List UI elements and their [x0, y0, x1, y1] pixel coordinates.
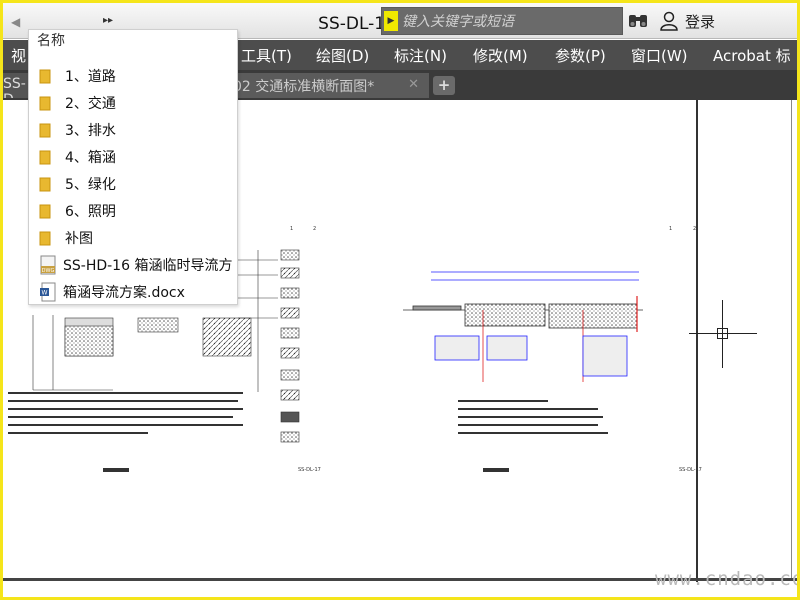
menu-window[interactable]: 窗口(W) [631, 45, 688, 66]
file-label: 4、箱涵 [65, 150, 116, 166]
folder-icon [39, 96, 51, 110]
cross-section [403, 271, 643, 382]
folder-icon [39, 204, 51, 218]
sheet-number-label: SS-DL-17 [298, 467, 321, 473]
layer-legend-column [280, 249, 300, 443]
file-label: 6、照明 [65, 204, 116, 220]
svg-text:DWG: DWG [42, 268, 55, 274]
folder-icon [39, 150, 51, 164]
list-item[interactable]: 6、照明 [39, 199, 116, 223]
list-item[interactable]: 1、道路 [39, 64, 116, 88]
list-item[interactable]: 2、交通 [39, 91, 116, 115]
chevron-right-icon[interactable]: ▶ [384, 11, 398, 31]
file-label: 2、交通 [65, 96, 116, 112]
viewport-border [791, 100, 792, 580]
autocad-window: ◀ ▸▸ SS-DL-17路面结构图.dwg ▶ 登录 视 工具(T) 绘图(D… [3, 3, 797, 597]
tab-drawing-1[interactable]: SS-D [3, 73, 29, 98]
list-item[interactable]: 5、绿化 [39, 172, 116, 196]
left-notes [8, 392, 243, 472]
list-item[interactable]: 3、排水 [39, 118, 116, 142]
pickbox-cursor [717, 328, 728, 339]
file-label: 1、道路 [65, 69, 116, 85]
file-label: 3、排水 [65, 123, 116, 139]
list-item[interactable]: 补图 [39, 226, 93, 250]
folder-icon [39, 123, 51, 137]
file-label: 补图 [65, 231, 93, 247]
viewport-border [696, 100, 698, 582]
binoculars-icon[interactable] [627, 11, 649, 31]
list-item[interactable]: DWG SS-HD-16 箱涵临时导流方 [39, 253, 232, 277]
new-tab-button[interactable]: + [433, 76, 455, 95]
menu-tools[interactable]: 工具(T) [241, 45, 292, 66]
login-label: 登录 [685, 12, 716, 31]
dwg-file-icon: DWG [40, 255, 56, 275]
sheet-number-label: SS-DL-17 [679, 467, 702, 473]
file-list-popup: 名称 1、道路 2、交通 3、排水 4、箱涵 5、绿化 6、照明 补图 DWG … [28, 29, 238, 305]
login-button[interactable]: 登录 [659, 10, 715, 32]
folder-icon [39, 231, 51, 245]
tab-drawing-2[interactable]: 02 交通标准横断面图* ✕ [219, 73, 429, 98]
file-label: 5、绿化 [65, 177, 116, 193]
folder-icon [39, 177, 51, 191]
watermark: www.cndao.com [655, 568, 797, 590]
list-item[interactable]: 4、箱涵 [39, 145, 116, 169]
page-mark: 1 [290, 226, 294, 232]
svg-text:W: W [42, 290, 48, 297]
menu-view[interactable]: 视 [11, 45, 26, 66]
page-mark: 2 [313, 226, 317, 232]
close-icon[interactable]: ✕ [408, 77, 419, 92]
search-input[interactable] [402, 11, 617, 33]
help-search-box: ▶ [381, 7, 623, 35]
page-mark: 1 [669, 226, 673, 232]
menu-draw[interactable]: 绘图(D) [316, 45, 369, 66]
tab-label: 02 交通标准横断面图* [233, 79, 375, 95]
right-notes [458, 400, 608, 472]
menu-parameters[interactable]: 参数(P) [555, 45, 606, 66]
list-item[interactable]: W 箱涵导流方案.docx [39, 280, 185, 304]
menu-dimension[interactable]: 标注(N) [394, 45, 447, 66]
folder-icon [39, 69, 51, 83]
file-label: 箱涵导流方案.docx [63, 285, 185, 301]
menu-acrobat[interactable]: Acrobat 标 [713, 45, 791, 66]
word-document-icon: W [40, 282, 56, 302]
user-icon [660, 11, 678, 31]
column-header-name[interactable]: 名称 [37, 30, 65, 50]
file-label: SS-HD-16 箱涵临时导流方 [63, 258, 233, 274]
menu-modify[interactable]: 修改(M) [473, 45, 528, 66]
